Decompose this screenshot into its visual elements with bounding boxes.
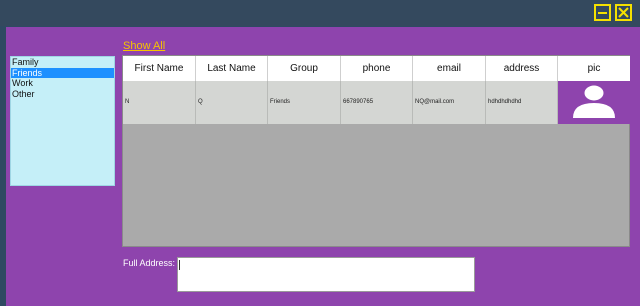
text-caret [179,260,180,270]
group-list[interactable]: Family Friends Work Other [10,56,115,186]
full-address-label: Full Address: [123,258,176,268]
group-item-friends[interactable]: Friends [11,67,114,78]
title-bar [0,0,640,26]
contacts-grid[interactable]: First Name Last Name Group phone email a… [122,55,630,247]
column-header-group[interactable]: Group [268,56,341,81]
close-icon [618,7,629,18]
minimize-button[interactable] [594,4,611,21]
column-header-last-name[interactable]: Last Name [196,56,268,81]
user-avatar-icon [573,85,615,118]
group-item-family[interactable]: Family [11,57,114,68]
column-header-first-name[interactable]: First Name [123,56,196,81]
cell-pic[interactable] [558,81,630,124]
column-header-address[interactable]: address [486,56,558,81]
table-row[interactable]: N Q Friends 667890765 NQ@mail.com hdhdhd… [123,81,630,124]
close-button[interactable] [615,4,632,21]
group-item-work[interactable]: Work [11,78,114,89]
show-all-link[interactable]: Show All [123,40,165,52]
column-header-email[interactable]: email [413,56,486,81]
column-header-phone[interactable]: phone [341,56,413,81]
cell-first-name[interactable]: N [123,81,196,124]
grid-header: First Name Last Name Group phone email a… [123,56,630,81]
column-header-pic[interactable]: pic [558,56,630,81]
group-item-other[interactable]: Other [11,89,114,100]
full-address-field[interactable] [177,257,475,292]
cell-phone[interactable]: 667890765 [341,81,413,124]
cell-last-name[interactable]: Q [196,81,268,124]
cell-email[interactable]: NQ@mail.com [413,81,486,124]
cell-group[interactable]: Friends [268,81,341,124]
cell-address[interactable]: hdhdhdhdhd [486,81,558,124]
